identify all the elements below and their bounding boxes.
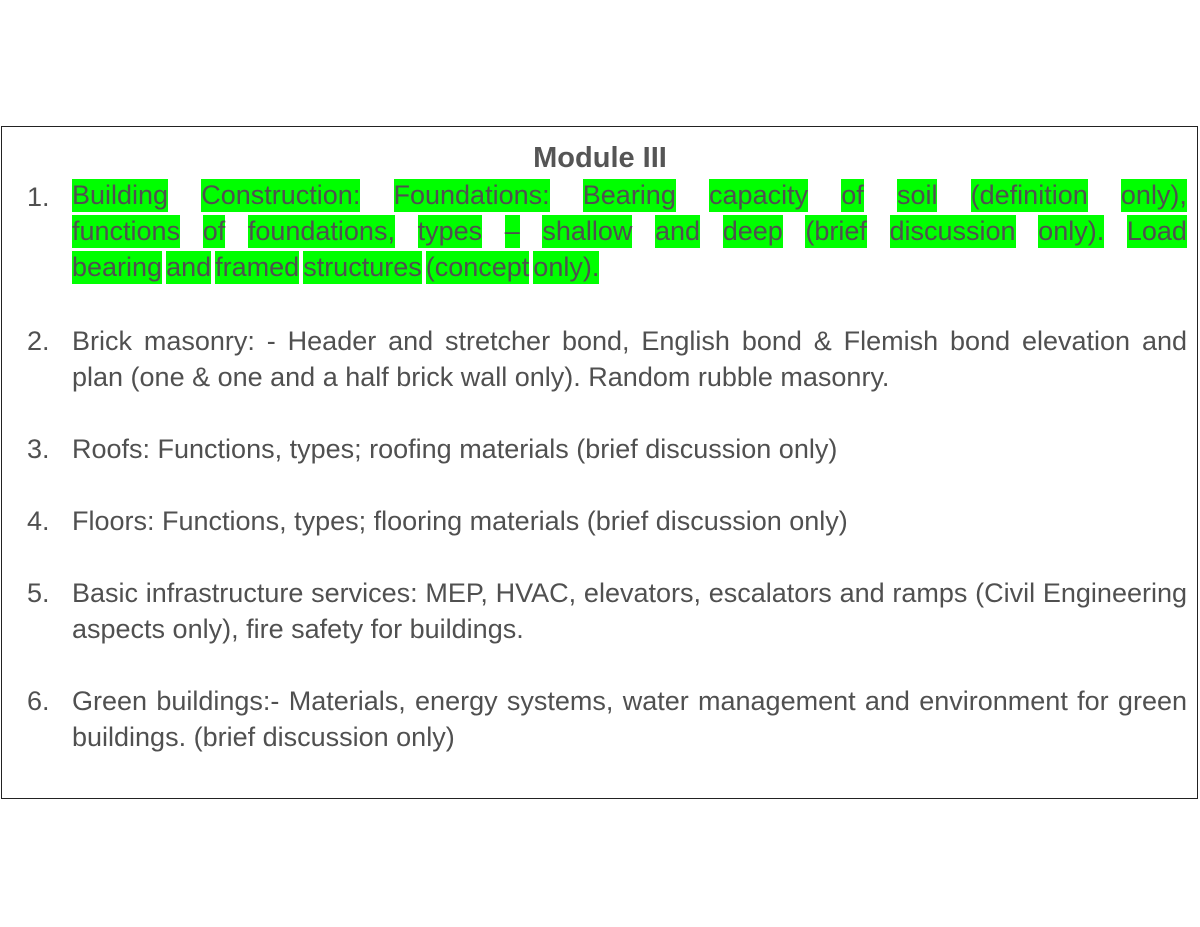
item-number: 4.	[27, 506, 50, 536]
highlighted-word: only),	[1120, 179, 1187, 212]
highlighted-word: foundations,	[247, 215, 395, 248]
highlighted-word: (brief	[805, 215, 867, 248]
highlighted-word: Building	[72, 179, 169, 212]
highlighted-word: (definition	[970, 179, 1088, 212]
highlighted-line: bearing and framed structures (concept only).	[72, 251, 1187, 284]
list-item-6: 6. Green buildings:- Materials, energy s…	[27, 683, 1187, 755]
item-text: Basic infrastructure services: MEP, HVAC…	[72, 578, 1187, 644]
highlighted-word: bearing	[72, 251, 163, 284]
highlighted-word: deep	[722, 215, 783, 248]
highlighted-word: capacity	[709, 179, 809, 212]
highlighted-word: only).	[533, 251, 600, 284]
highlighted-word: types	[417, 215, 483, 248]
highlighted-word: soil	[896, 179, 938, 212]
item-number: 6.	[27, 686, 50, 716]
highlighted-word: of	[202, 215, 226, 248]
item-text: Green buildings:- Materials, energy syst…	[72, 686, 1187, 752]
highlighted-line: functions of foundations, types – shallow and d…	[72, 215, 1187, 248]
highlighted-word: structures	[303, 251, 422, 284]
highlighted-word: framed	[215, 251, 300, 284]
highlighted-word: Foundations:	[393, 179, 550, 212]
highlighted-word: shallow	[542, 215, 633, 248]
item-number: 5.	[27, 578, 50, 608]
item-text: Roofs: Functions, types; roofing materia…	[72, 434, 838, 464]
item-number: 2.	[27, 326, 50, 356]
list-item-3: 3. Roofs: Functions, types; roofing mate…	[27, 431, 1187, 467]
item-number: 3.	[27, 434, 50, 464]
highlighted-word: Load	[1126, 215, 1187, 248]
item-text: Brick masonry: - Header and stretcher bo…	[72, 326, 1187, 392]
highlighted-word: functions	[72, 215, 181, 248]
highlighted-word: Bearing	[582, 179, 676, 212]
item-text-highlighted: Building Construction: Foundations: Bearing…	[72, 179, 1187, 284]
highlighted-word: Construction:	[201, 179, 361, 212]
highlighted-line: Building Construction: Foundations: Bearing…	[72, 179, 1187, 212]
item-text: Floors: Functions, types; flooring mater…	[72, 506, 848, 536]
list-item-5: 5. Basic infrastructure services: MEP, H…	[27, 575, 1187, 647]
highlighted-word: and	[655, 215, 701, 248]
list-item-4: 4. Floors: Functions, types; flooring ma…	[27, 503, 1187, 539]
highlighted-word: (concept	[425, 251, 530, 284]
item-number: 1.	[27, 182, 50, 212]
highlighted-word: discussion	[889, 215, 1016, 248]
highlighted-word: and	[166, 251, 212, 284]
module-title: Module III	[533, 142, 667, 174]
highlighted-word: of	[841, 179, 864, 212]
highlighted-word: –	[504, 215, 520, 248]
list-item-2: 2. Brick masonry: - Header and stretcher…	[27, 323, 1187, 395]
highlighted-word: only).	[1038, 215, 1105, 248]
list-item-1: 1. Building Construction: Foundations: Bear…	[27, 179, 1187, 287]
